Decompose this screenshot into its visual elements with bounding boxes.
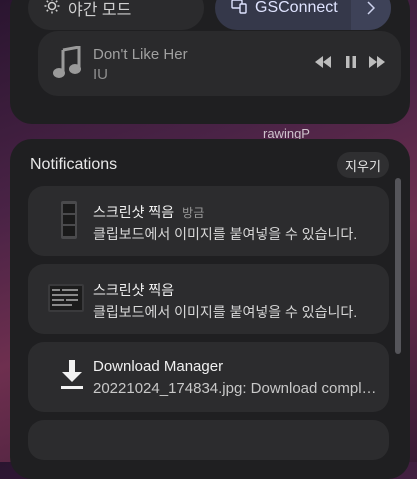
media-title: Don't Like Her bbox=[93, 46, 188, 63]
next-track-icon[interactable] bbox=[369, 55, 385, 73]
notification-body: 20221024_174834.jpg: Download complete bbox=[93, 380, 378, 397]
notification-card[interactable]: Download Manager 20221024_174834.jpg: Do… bbox=[28, 342, 389, 412]
clear-notifications-button[interactable]: 지우기 bbox=[337, 152, 389, 178]
notifications-header: Notifications bbox=[30, 156, 118, 173]
notifications-scrollbar[interactable] bbox=[395, 178, 401, 354]
notification-card[interactable]: 스크린샷 찍음 클립보드에서 이미지를 붙여넣을 수 있습니다. bbox=[28, 264, 389, 334]
previous-track-icon[interactable] bbox=[315, 55, 331, 73]
notification-card[interactable]: 스크린샷 찍음 방금 클립보드에서 이미지를 붙여넣을 수 있습니다. bbox=[28, 186, 389, 256]
screenshot-thumbnail-icon bbox=[54, 200, 84, 245]
download-icon bbox=[60, 360, 84, 395]
sun-icon bbox=[44, 0, 60, 19]
gsconnect-label: GSConnect bbox=[255, 0, 338, 16]
notifications-panel: Notifications 지우기 스크린샷 찍음 방금 클립보드에서 이미지를 … bbox=[10, 139, 410, 479]
notification-body: 클립보드에서 이미지를 붙여넣을 수 있습니다. bbox=[93, 304, 358, 320]
screenshot-thumbnail-icon bbox=[46, 278, 86, 323]
night-mode-label: 야간 모드 bbox=[68, 2, 132, 19]
music-note-icon bbox=[52, 45, 82, 85]
night-mode-toggle[interactable]: 야간 모드 bbox=[28, 0, 204, 30]
notification-title: Download Manager bbox=[93, 358, 224, 375]
devices-icon bbox=[231, 0, 247, 19]
pause-icon[interactable] bbox=[345, 55, 357, 73]
media-player[interactable]: Don't Like Her IU bbox=[38, 31, 401, 96]
notification-body: 클립보드에서 이미지를 붙여넣을 수 있습니다. bbox=[93, 226, 358, 242]
gsconnect-toggle[interactable]: GSConnect bbox=[215, 0, 391, 30]
media-artist: IU bbox=[93, 66, 108, 83]
notification-title: 스크린샷 찍음 bbox=[93, 282, 175, 298]
notification-card[interactable] bbox=[28, 420, 389, 460]
notification-time: 방금 bbox=[182, 206, 205, 220]
notification-title: 스크린샷 찍음 bbox=[93, 204, 175, 220]
